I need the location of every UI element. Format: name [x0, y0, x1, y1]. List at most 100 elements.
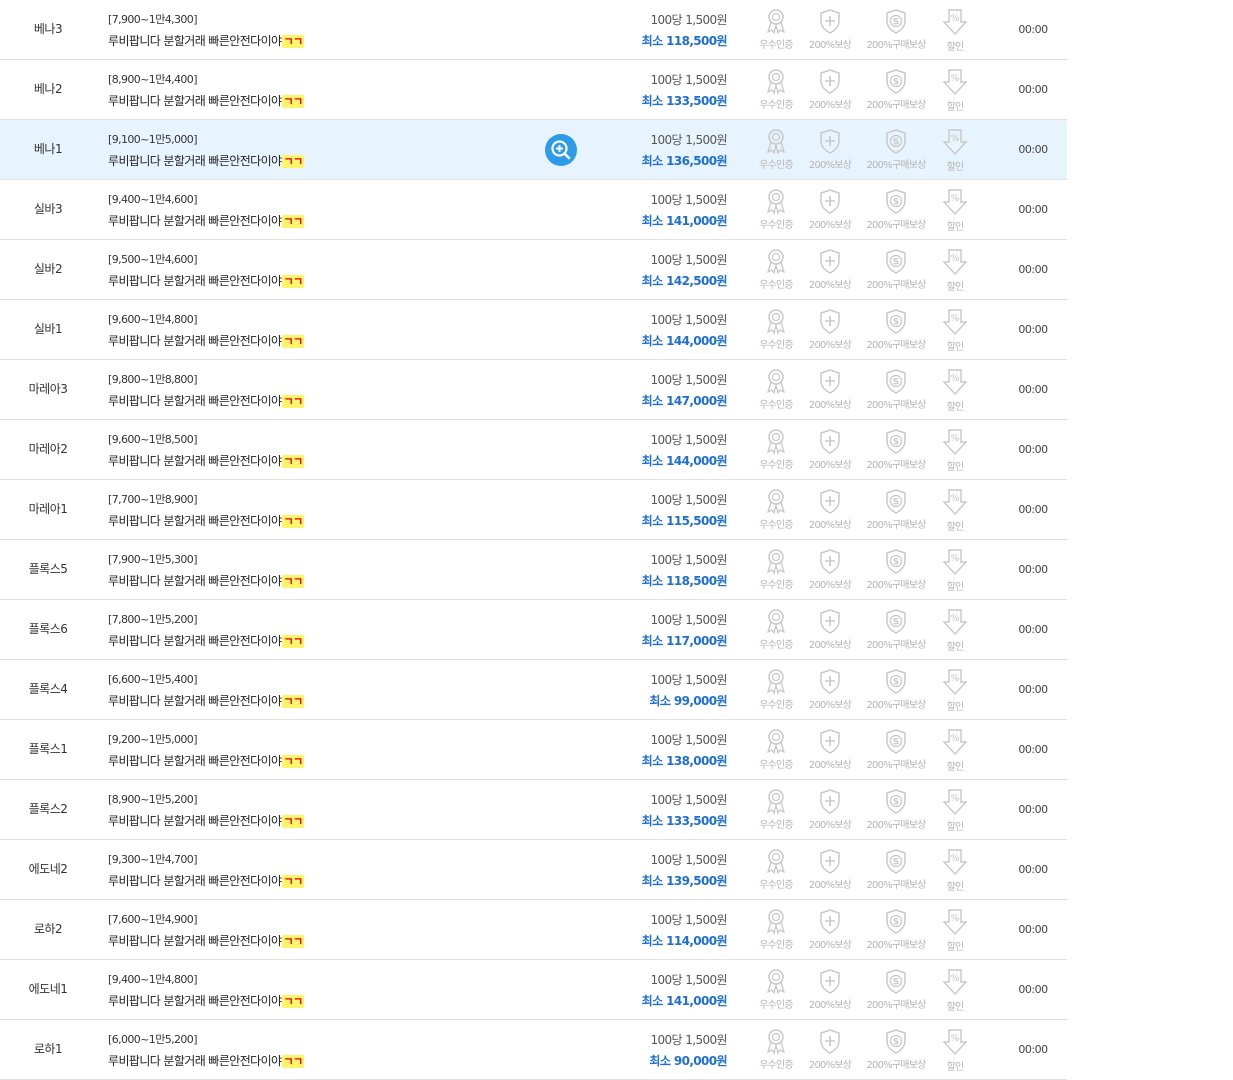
listing-row[interactable]: 실바2 [9,500~1만4,600] 루비팝니다 분할거래 빠른안전다이야 ㄱㄱ… [0, 240, 1067, 300]
listing-title-mark: ㄱㄱ [282, 815, 304, 828]
listing-row[interactable]: 에도네1 [9,400~1만4,800] 루비팝니다 분할거래 빠른안전다이야 ㄱ… [0, 960, 1067, 1020]
listing-title[interactable]: 루비팝니다 분할거래 빠른안전다이야 ㄱㄱ [108, 452, 304, 469]
server-name: 실바3 [33, 202, 63, 216]
min-price: 최소 138,000원 [641, 754, 728, 768]
listing-title[interactable]: 루비팝니다 분할거래 빠른안전다이야 ㄱㄱ [108, 632, 304, 649]
certified-badge: 우수인증 [752, 668, 800, 711]
listing-title-text: 루비팝니다 분할거래 빠른안전다이야 [108, 574, 282, 588]
listing-title[interactable]: 루비팝니다 분할거래 빠른안전다이야 ㄱㄱ [108, 92, 304, 109]
listing-row[interactable]: 실바3 [9,400~1만4,600] 루비팝니다 분할거래 빠른안전다이야 ㄱㄱ… [0, 180, 1067, 240]
unit-price: 100당 1,500원 [650, 253, 727, 267]
compensation-label: 200%보상 [808, 760, 852, 771]
compensation-badge: 200%보상 [804, 68, 856, 111]
svg-text:S: S [893, 198, 899, 208]
svg-text:%: % [951, 914, 960, 924]
registered-time: 00:00 [1018, 743, 1048, 756]
svg-text:S: S [893, 378, 899, 388]
listing-row[interactable]: 에도네2 [9,300~1만4,700] 루비팝니다 분할거래 빠른안전다이야 ㄱ… [0, 840, 1067, 900]
listing-row[interactable]: 마레아2 [9,600~1만8,500] 루비팝니다 분할거래 빠른안전다이야 ㄱ… [0, 420, 1067, 480]
listing-row[interactable]: 실바1 [9,600~1만4,800] 루비팝니다 분할거래 빠른안전다이야 ㄱㄱ… [0, 300, 1067, 360]
listing-row[interactable]: 베나2 [8,900~1만4,400] 루비팝니다 분할거래 빠른안전다이야 ㄱㄱ… [0, 60, 1067, 120]
min-price: 최소 142,500원 [641, 274, 728, 288]
discount-label: 할인 [946, 1002, 965, 1013]
server-name: 베나3 [33, 22, 63, 36]
listing-title[interactable]: 루비팝니다 분할거래 빠른안전다이야 ㄱㄱ [108, 572, 304, 589]
purchase-compensation-label: 200%구매보상 [866, 1060, 927, 1071]
discount-arrow-icon: % [942, 669, 968, 696]
listing-row[interactable]: 플록스2 [8,900~1만5,200] 루비팝니다 분할거래 빠른안전다이야 ㄱ… [0, 780, 1067, 840]
certified-badge: 우수인증 [752, 848, 800, 891]
discount-badge: % 할인 [934, 788, 976, 833]
shield-plus-icon [820, 429, 840, 454]
discount-arrow-icon: % [942, 1029, 968, 1056]
svg-text:%: % [951, 134, 960, 144]
svg-text:S: S [893, 978, 899, 988]
purchase-compensation-label: 200%구매보상 [866, 100, 927, 111]
discount-arrow-icon: % [942, 69, 968, 96]
unit-price: 100당 1,500원 [650, 313, 727, 327]
listing-row[interactable]: 로하2 [7,600~1만4,900] 루비팝니다 분할거래 빠른안전다이야 ㄱㄱ… [0, 900, 1067, 960]
listing-title[interactable]: 루비팝니다 분할거래 빠른안전다이야 ㄱㄱ [108, 812, 304, 829]
server-name: 플록스2 [28, 802, 68, 816]
discount-label: 할인 [946, 342, 965, 353]
listing-title[interactable]: 루비팝니다 분할거래 빠른안전다이야 ㄱㄱ [108, 152, 304, 169]
magnify-plus-icon[interactable] [545, 134, 577, 166]
discount-label: 할인 [946, 462, 965, 473]
discount-badge: % 할인 [934, 908, 976, 953]
listing-title[interactable]: 루비팝니다 분할거래 빠른안전다이야 ㄱㄱ [108, 872, 304, 889]
min-price: 최소 117,000원 [641, 634, 728, 648]
certified-badge: 우수인증 [752, 488, 800, 531]
svg-text:%: % [951, 494, 960, 504]
listing-title[interactable]: 루비팝니다 분할거래 빠른안전다이야 ㄱㄱ [108, 392, 304, 409]
listing-title[interactable]: 루비팝니다 분할거래 빠른안전다이야 ㄱㄱ [108, 512, 304, 529]
listing-title[interactable]: 루비팝니다 분할거래 빠른안전다이야 ㄱㄱ [108, 692, 304, 709]
discount-arrow-icon: % [942, 189, 968, 216]
registered-time: 00:00 [1018, 683, 1048, 696]
registered-time: 00:00 [1018, 503, 1048, 516]
unit-price: 100당 1,500원 [650, 373, 727, 387]
compensation-badge: 200%보상 [804, 848, 856, 891]
registered-time: 00:00 [1018, 323, 1048, 336]
certified-badge: 우수인증 [752, 728, 800, 771]
listing-row[interactable]: 플록스1 [9,200~1만5,000] 루비팝니다 분할거래 빠른안전다이야 ㄱ… [0, 720, 1067, 780]
discount-arrow-icon: % [942, 429, 968, 456]
listing-title[interactable]: 루비팝니다 분할거래 빠른안전다이야 ㄱㄱ [108, 32, 304, 49]
listing-row[interactable]: 플록스4 [6,600~1만5,400] 루비팝니다 분할거래 빠른안전다이야 ㄱ… [0, 660, 1067, 720]
award-icon [766, 429, 786, 454]
award-icon [766, 69, 786, 94]
listing-row[interactable]: 플록스6 [7,800~1만5,200] 루비팝니다 분할거래 빠른안전다이야 ㄱ… [0, 600, 1067, 660]
listing-row[interactable]: 베나1 [9,100~1만5,000] 루비팝니다 분할거래 빠른안전다이야 ㄱㄱ… [0, 120, 1067, 180]
listing-title-text: 루비팝니다 분할거래 빠른안전다이야 [108, 94, 282, 108]
purchase-compensation-badge: S 200%구매보상 [860, 68, 932, 111]
listing-title[interactable]: 루비팝니다 분할거래 빠른안전다이야 ㄱㄱ [108, 1052, 304, 1069]
award-icon [766, 309, 786, 334]
svg-text:%: % [951, 434, 960, 444]
listing-row[interactable]: 플록스5 [7,900~1만5,300] 루비팝니다 분할거래 빠른안전다이야 ㄱ… [0, 540, 1067, 600]
listing-title-text: 루비팝니다 분할거래 빠른안전다이야 [108, 334, 282, 348]
listing-title[interactable]: 루비팝니다 분할거래 빠른안전다이야 ㄱㄱ [108, 992, 304, 1009]
compensation-label: 200%보상 [808, 520, 852, 531]
registered-time: 00:00 [1018, 143, 1048, 156]
discount-label: 할인 [946, 102, 965, 113]
listing-title-text: 루비팝니다 분할거래 빠른안전다이야 [108, 634, 282, 648]
compensation-badge: 200%보상 [804, 428, 856, 471]
listing-row[interactable]: 로하1 [6,000~1만5,200] 루비팝니다 분할거래 빠른안전다이야 ㄱㄱ… [0, 1020, 1067, 1080]
certified-badge: 우수인증 [752, 8, 800, 51]
unit-price: 100당 1,500원 [650, 73, 727, 87]
listing-title[interactable]: 루비팝니다 분할거래 빠른안전다이야 ㄱㄱ [108, 932, 304, 949]
shield-dollar-icon: S [886, 369, 906, 394]
quantity-range: [8,900~1만4,400] [108, 73, 198, 86]
listing-title[interactable]: 루비팝니다 분할거래 빠른안전다이야 ㄱㄱ [108, 212, 304, 229]
listing-row[interactable]: 마레아1 [7,700~1만8,900] 루비팝니다 분할거래 빠른안전다이야 ㄱ… [0, 480, 1067, 540]
server-name: 실바2 [33, 262, 63, 276]
shield-dollar-icon: S [886, 849, 906, 874]
shield-plus-icon [820, 69, 840, 94]
shield-dollar-icon: S [886, 309, 906, 334]
listing-title[interactable]: 루비팝니다 분할거래 빠른안전다이야 ㄱㄱ [108, 752, 304, 769]
shield-dollar-icon: S [886, 609, 906, 634]
listing-row[interactable]: 베나3 [7,900~1만4,300] 루비팝니다 분할거래 빠른안전다이야 ㄱㄱ… [0, 0, 1067, 60]
listing-title[interactable]: 루비팝니다 분할거래 빠른안전다이야 ㄱㄱ [108, 332, 304, 349]
listing-row[interactable]: 마레아3 [9,800~1만8,800] 루비팝니다 분할거래 빠른안전다이야 ㄱ… [0, 360, 1067, 420]
listing-title-text: 루비팝니다 분할거래 빠른안전다이야 [108, 1054, 282, 1068]
listing-title[interactable]: 루비팝니다 분할거래 빠른안전다이야 ㄱㄱ [108, 272, 304, 289]
